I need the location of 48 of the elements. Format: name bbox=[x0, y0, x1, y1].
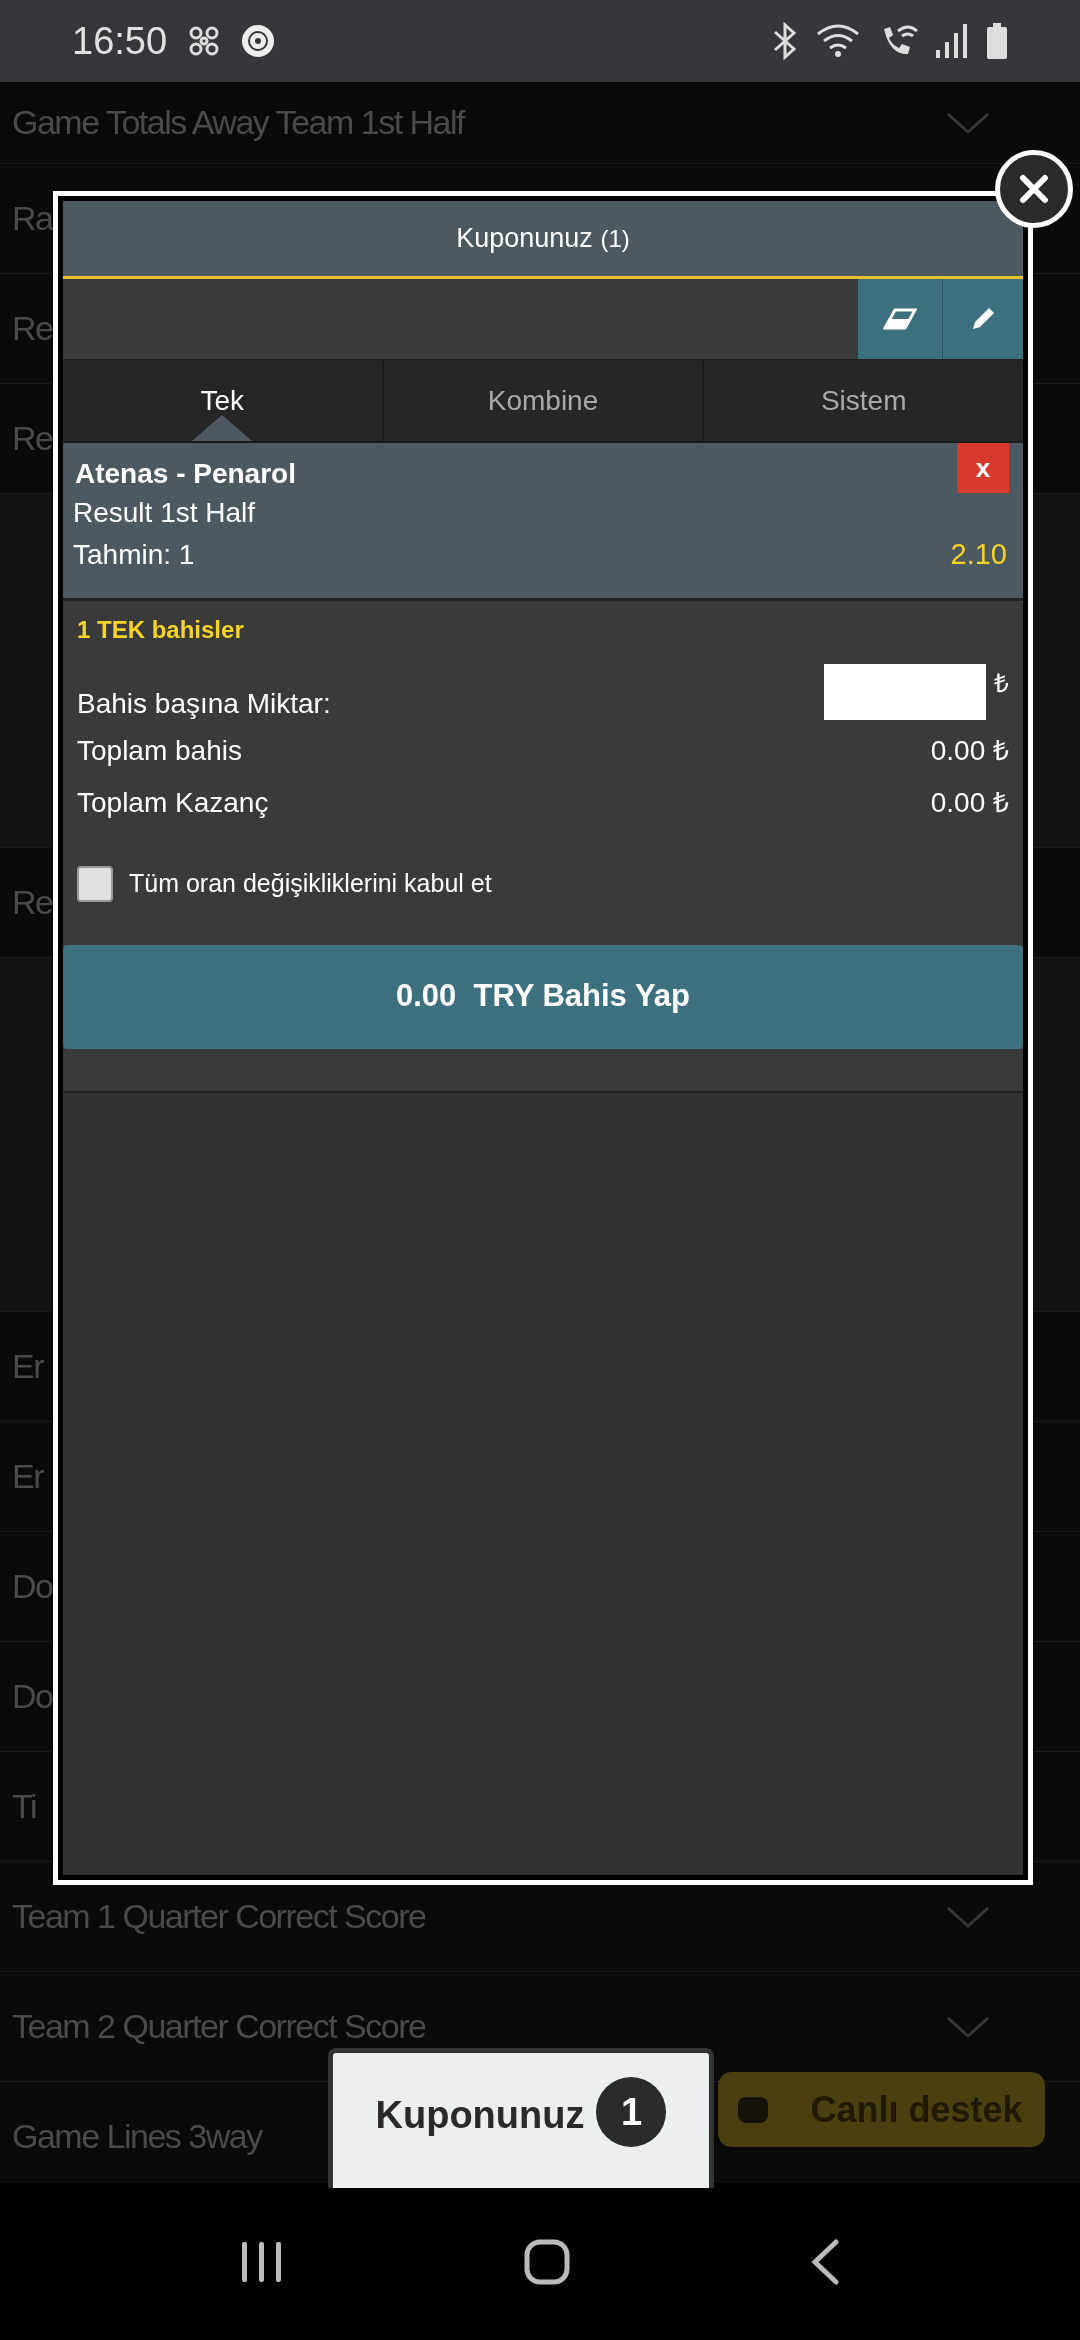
odds: 2.10 bbox=[950, 537, 1007, 572]
total-label: Toplam Kazanç bbox=[77, 786, 269, 820]
back-icon[interactable] bbox=[810, 2238, 840, 2285]
stake-label: Bahis başına Miktar: bbox=[77, 687, 331, 721]
remove-button[interactable]: x bbox=[957, 443, 1009, 493]
disc-icon bbox=[241, 24, 276, 58]
market-title[interactable]: Ra bbox=[12, 193, 53, 244]
match-name: Atenas - Penarol bbox=[74, 457, 296, 491]
market-title[interactable]: Er bbox=[12, 1341, 43, 1392]
prediction: Tahmin: 1 bbox=[73, 537, 195, 572]
section-title: 1 TEK bahisler bbox=[77, 615, 245, 645]
chat-icon bbox=[738, 2096, 768, 2123]
market-title[interactable]: Ti bbox=[12, 1781, 37, 1832]
tab[interactable]: Sistem bbox=[702, 361, 1023, 441]
total-value: 0.00 ₺ bbox=[930, 734, 1009, 768]
edit-button[interactable] bbox=[943, 279, 1023, 359]
checkbox-label: Tüm oran değişikliklerini kabul et bbox=[129, 868, 492, 899]
bluetooth-icon bbox=[772, 22, 798, 60]
recent-apps-icon[interactable] bbox=[240, 2239, 284, 2284]
currency-symbol: ₺ bbox=[994, 667, 1009, 700]
battery-icon bbox=[986, 23, 1008, 59]
place-bet-button[interactable]: 0.00 TRY Bahis Yap bbox=[63, 944, 1023, 1049]
market-title[interactable]: Do bbox=[12, 1561, 53, 1612]
market-title[interactable]: Game Totals Away Team 1st Half bbox=[12, 97, 465, 148]
market-title[interactable]: Team 1 Quarter Correct Score bbox=[12, 1891, 426, 1942]
checkbox[interactable] bbox=[77, 865, 113, 902]
market-title[interactable]: Game Lines 3way bbox=[12, 2111, 262, 2162]
market-title[interactable]: Re bbox=[12, 413, 53, 464]
clock: 16:50 bbox=[72, 18, 168, 64]
clear-button[interactable] bbox=[858, 279, 943, 359]
dialog-title: Kuponunuz (1) bbox=[456, 222, 630, 256]
tab[interactable]: Kombine bbox=[381, 361, 703, 441]
signal-icon bbox=[936, 24, 968, 58]
market-name: Result 1st Half bbox=[73, 496, 257, 530]
total-label: Toplam bahis bbox=[77, 734, 242, 768]
total-value: 0.00 ₺ bbox=[930, 786, 1009, 820]
close-icon bbox=[1019, 174, 1049, 204]
market-title[interactable]: Er bbox=[12, 1451, 43, 1502]
eraser-icon bbox=[883, 308, 917, 330]
count-badge: 1 bbox=[596, 2077, 667, 2147]
coupon-tab[interactable]: Kuponunuz 1 bbox=[328, 2048, 714, 2188]
market-title[interactable]: Re bbox=[12, 303, 53, 354]
wifi-icon bbox=[816, 24, 860, 58]
coupon-tab-label: Kuponunuz bbox=[375, 2093, 585, 2138]
market-title[interactable]: Re bbox=[12, 877, 53, 928]
stake-input[interactable] bbox=[824, 664, 986, 720]
home-icon[interactable] bbox=[524, 2238, 570, 2285]
market-title[interactable]: Do bbox=[12, 1671, 53, 1722]
